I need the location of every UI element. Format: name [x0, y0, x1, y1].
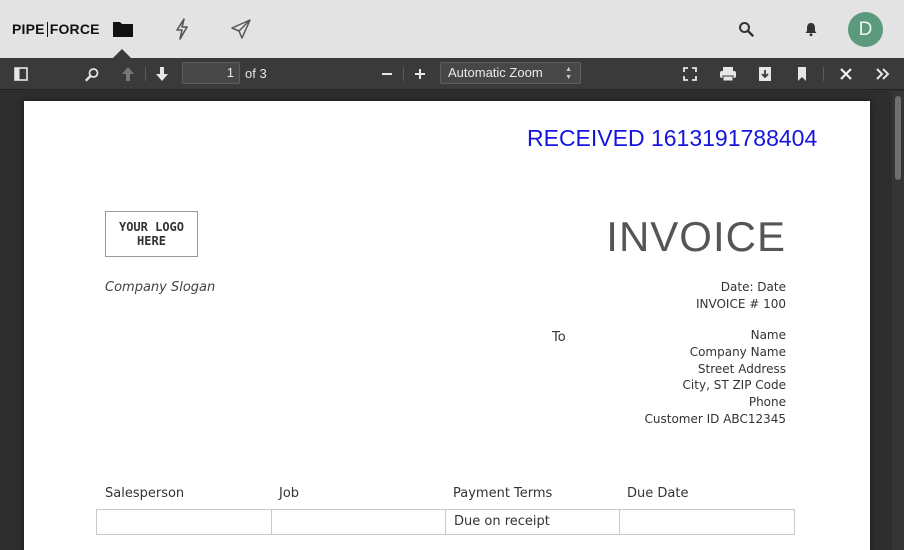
table-row: Due on receipt	[96, 509, 795, 535]
bell-icon[interactable]	[799, 17, 823, 41]
brand-logo[interactable]: PIPE FORCE	[12, 21, 100, 37]
download-icon[interactable]	[755, 64, 775, 84]
pdf-page: RECEIVED 1613191788404 YOUR LOGO HERE Co…	[24, 101, 870, 550]
zoom-select-value: Automatic Zoom	[448, 65, 543, 80]
table-header-job: Job	[279, 486, 300, 501]
invoice-number: INVOICE # 100	[695, 296, 786, 311]
recipient-phone: Phone	[748, 395, 786, 410]
page-count-label: of 3	[245, 66, 267, 81]
tools-menu-icon[interactable]	[873, 64, 893, 84]
table-cell-due-date	[620, 510, 794, 534]
invoice-title: INVOICE	[606, 213, 786, 260]
recipient-name: Name	[750, 328, 786, 342]
next-page-icon[interactable]	[152, 64, 172, 84]
presentation-mode-icon[interactable]	[680, 64, 700, 84]
send-icon[interactable]	[229, 17, 253, 41]
print-icon[interactable]	[718, 64, 738, 84]
to-label: To	[552, 330, 566, 345]
active-nav-indicator	[113, 49, 131, 58]
recipient-company: Company Name	[689, 344, 786, 359]
table-header-payment-terms: Payment Terms	[453, 486, 553, 501]
toolbar-divider	[823, 67, 824, 81]
logo-placeholder: YOUR LOGO HERE	[105, 211, 198, 257]
recipient-customer-id: Customer ID ABC12345	[644, 411, 786, 426]
invoice-meta: Date: Date INVOICE # 100	[696, 279, 786, 313]
app-header: PIPE FORCE D	[0, 0, 904, 58]
updown-chevron-icon: ▲ ▼	[565, 66, 572, 81]
logo-placeholder-line2: HERE	[137, 234, 166, 248]
company-slogan: Company Slogan	[105, 280, 216, 295]
brand-logo-left: PIPE	[12, 21, 45, 37]
table-cell-payment-terms: Due on receipt	[446, 510, 620, 534]
recipient-street: Street Address	[697, 361, 786, 376]
invoice-date: Date: Date	[720, 280, 786, 294]
sidebar-toggle-icon[interactable]	[11, 64, 31, 84]
find-icon[interactable]	[82, 64, 102, 84]
zoom-out-icon[interactable]	[377, 64, 397, 84]
zoom-in-icon[interactable]	[410, 64, 430, 84]
folder-icon[interactable]	[111, 17, 135, 41]
page-number-input[interactable]: 1	[182, 62, 240, 84]
toolbar-divider	[403, 67, 404, 81]
search-icon[interactable]	[734, 17, 758, 41]
brand-logo-right: FORCE	[49, 21, 100, 37]
brand-logo-divider	[46, 21, 48, 37]
toolbar-divider	[145, 67, 146, 81]
bookmark-icon[interactable]	[792, 64, 812, 84]
scrollbar-thumb[interactable]	[895, 96, 901, 180]
avatar[interactable]: D	[848, 12, 883, 47]
table-header-salesperson: Salesperson	[105, 486, 185, 501]
recipient-block: Name Company Name Street Address City, S…	[645, 327, 786, 428]
received-stamp: RECEIVED 1613191788404	[527, 125, 818, 151]
lightning-icon[interactable]	[170, 17, 194, 41]
zoom-select[interactable]: Automatic Zoom ▲ ▼	[440, 62, 581, 84]
recipient-city: City, ST ZIP Code	[682, 378, 786, 393]
table-cell-job	[272, 510, 446, 534]
table-header-due-date: Due Date	[627, 486, 689, 501]
previous-page-icon[interactable]	[118, 64, 138, 84]
close-icon[interactable]	[836, 64, 856, 84]
logo-placeholder-line1: YOUR LOGO	[118, 220, 185, 234]
table-cell-salesperson	[97, 510, 272, 534]
